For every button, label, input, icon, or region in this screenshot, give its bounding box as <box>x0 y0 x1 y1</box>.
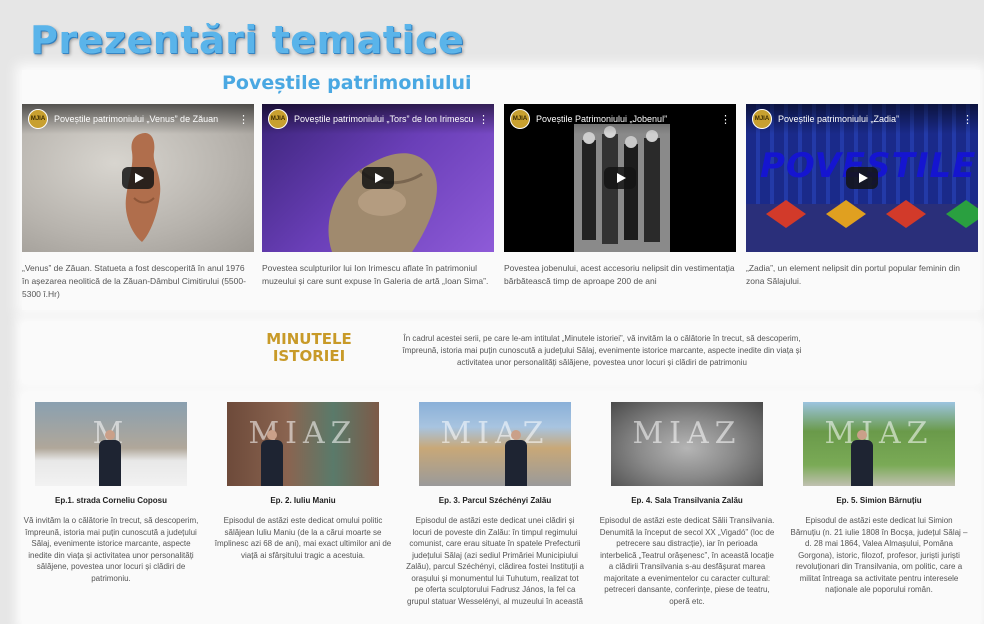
episode-card[interactable]: MIAZ Ep. 2. Iuliu Maniu Episodul de astă… <box>214 402 392 561</box>
video-title[interactable]: Poveștile patrimoniului „Tors” de Ion Ir… <box>294 114 478 124</box>
channel-avatar[interactable]: MJIA <box>510 109 530 129</box>
play-icon[interactable] <box>604 167 636 189</box>
presenter-figure <box>99 430 121 486</box>
presenter-figure <box>261 430 283 486</box>
video-jobenul[interactable]: MJIA Poveștile Patrimoniului „Jobenul” ⋮ <box>504 104 736 252</box>
episode-title[interactable]: Ep. 2. Iuliu Maniu <box>214 496 392 505</box>
episode-description: Episodul de astăzi este dedicat lui Simi… <box>790 516 968 594</box>
minutele-description: În cadrul acestei serii, pe care le-am i… <box>402 334 802 367</box>
episode-description: Episodul de astăzi este dedicat omului p… <box>214 516 392 560</box>
episode-description: Episodul de astăzi este dedicat unei clă… <box>406 516 584 606</box>
video-description: „Zadia”, un element nelipsit din portul … <box>746 263 961 286</box>
episode-description: Episodul de astăzi este dedicat Sălii Tr… <box>599 516 775 606</box>
episode-title[interactable]: Ep. 3. Parcul Széchényi Zalău <box>406 496 584 505</box>
minutele-title-line1: MINUTELE <box>266 330 352 348</box>
video-header: MJIA Poveștile patrimoniului „Zadia” ⋮ <box>746 104 978 134</box>
presenter-figure <box>505 430 527 486</box>
video-description: „Venus” de Zăuan. Statueta a fost descop… <box>22 263 246 299</box>
episode-watermark: MIAZ <box>440 416 550 451</box>
play-icon[interactable] <box>846 167 878 189</box>
video-title[interactable]: Poveștile patrimoniului „Zadia” <box>778 114 962 124</box>
video-zadia[interactable]: POVEȘTILE MJIA Poveștile patrimoniului „… <box>746 104 978 252</box>
episode-title[interactable]: Ep.1. strada Corneliu Coposu <box>22 496 200 505</box>
video-title[interactable]: Poveștile patrimoniului „Venus” de Zăuan <box>54 114 238 124</box>
video-venus[interactable]: MJIA Poveștile patrimoniului „Venus” de … <box>22 104 254 252</box>
episode-thumbnail[interactable]: MIAZ <box>419 402 571 486</box>
episode-card[interactable]: M Ep.1. strada Corneliu Coposu Vă invită… <box>22 402 200 584</box>
episode-description: Vă invităm la o călătorie în trecut, să … <box>23 516 199 583</box>
more-options-icon[interactable]: ⋮ <box>238 113 249 126</box>
episode-thumbnail[interactable]: MIAZ <box>803 402 955 486</box>
episode-watermark: MIAZ <box>248 416 358 451</box>
video-description: Povestea jobenului, acest accesoriu neli… <box>504 263 735 286</box>
channel-avatar[interactable]: MJIA <box>268 109 288 129</box>
episode-watermark: MIAZ <box>632 416 742 451</box>
episode-card[interactable]: MIAZ Ep. 4. Sala Transilvania Zalău Epis… <box>598 402 776 607</box>
channel-avatar[interactable]: MJIA <box>28 109 48 129</box>
play-icon[interactable] <box>362 167 394 189</box>
episode-thumbnail[interactable]: M <box>35 402 187 486</box>
play-icon[interactable] <box>122 167 154 189</box>
video-tors[interactable]: MJIA Poveștile patrimoniului „Tors” de I… <box>262 104 494 252</box>
more-options-icon[interactable]: ⋮ <box>962 113 973 126</box>
povestile-panel: Poveștile patrimoniului MJIA Poveștile p… <box>22 70 980 310</box>
video-description: Povestea sculpturilor lui Ion Irimescu a… <box>262 263 489 286</box>
episode-thumbnail[interactable]: MIAZ <box>227 402 379 486</box>
episode-card[interactable]: MIAZ Ep. 3. Parcul Széchényi Zalău Episo… <box>406 402 584 607</box>
episode-watermark: MIAZ <box>824 416 934 451</box>
episode-card[interactable]: MIAZ Ep. 5. Simion Bărnuțiu Episodul de … <box>790 402 968 596</box>
video-header: MJIA Poveștile patrimoniului „Venus” de … <box>22 104 254 134</box>
more-options-icon[interactable]: ⋮ <box>720 113 731 126</box>
video-header: MJIA Poveștile patrimoniului „Tors” de I… <box>262 104 494 134</box>
episode-thumbnail[interactable]: MIAZ <box>611 402 763 486</box>
episode-title[interactable]: Ep. 5. Simion Bărnuțiu <box>790 496 968 505</box>
minutele-title: MINUTELE ISTORIEI <box>254 331 364 365</box>
channel-avatar[interactable]: MJIA <box>752 109 772 129</box>
episodes-panel: M Ep.1. strada Corneliu Coposu Vă invită… <box>22 394 980 624</box>
video-title[interactable]: Poveștile Patrimoniului „Jobenul” <box>536 114 720 124</box>
minutele-panel: MINUTELE ISTORIEI În cadrul acestei seri… <box>22 323 980 383</box>
povestile-subtitle: Poveștile patrimoniului <box>222 72 472 94</box>
more-options-icon[interactable]: ⋮ <box>478 113 489 126</box>
presenter-figure <box>851 430 873 486</box>
page-title: Prezentări tematice <box>30 18 465 62</box>
episode-title[interactable]: Ep. 4. Sala Transilvania Zalău <box>598 496 776 505</box>
minutele-title-line2: ISTORIEI <box>272 347 346 365</box>
video-header: MJIA Poveștile Patrimoniului „Jobenul” ⋮ <box>504 104 736 134</box>
